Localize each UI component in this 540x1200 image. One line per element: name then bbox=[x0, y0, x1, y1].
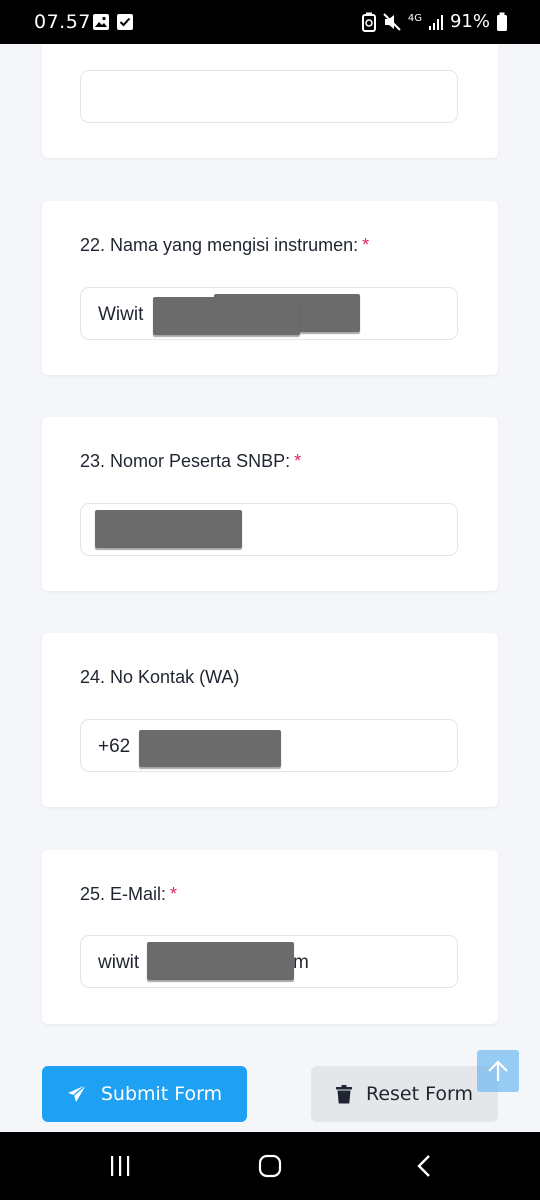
question-card-21 bbox=[42, 44, 498, 158]
question-card-24: 24. No Kontak (WA) +62 bbox=[42, 633, 498, 807]
home-icon bbox=[258, 1154, 282, 1178]
required-marker: * bbox=[170, 884, 178, 904]
network-type: 4G bbox=[407, 12, 422, 24]
question-label-24: 24. No Kontak (WA) bbox=[80, 667, 243, 688]
required-marker: * bbox=[294, 451, 302, 471]
question-label-23: 23. Nomor Peserta SNBP: * bbox=[80, 451, 301, 472]
signal-icon bbox=[428, 13, 444, 31]
redaction-block bbox=[147, 942, 294, 980]
text-input-21[interactable] bbox=[80, 70, 458, 123]
recent-apps-button[interactable] bbox=[108, 1154, 132, 1178]
battery-saver-icon bbox=[361, 12, 376, 32]
redaction-block bbox=[139, 730, 281, 767]
system-nav-bar bbox=[0, 1132, 540, 1200]
email-value-prefix: wiwit bbox=[98, 952, 140, 973]
check-icon bbox=[116, 13, 134, 31]
question-text: 23. Nomor Peserta SNBP: bbox=[80, 451, 291, 471]
name-input-value: Wiwit bbox=[98, 304, 144, 325]
submit-button[interactable]: Submit Form bbox=[42, 1066, 247, 1122]
recent-apps-icon bbox=[111, 1156, 130, 1176]
redaction-block bbox=[95, 510, 242, 548]
reset-button-label: Reset Form bbox=[366, 1083, 473, 1105]
scroll-to-top-button[interactable] bbox=[477, 1050, 519, 1092]
mute-icon bbox=[382, 12, 402, 32]
question-label-22: 22. Nama yang mengisi instrumen: * bbox=[80, 235, 369, 256]
question-card-22: 22. Nama yang mengisi instrumen: * Wiwit bbox=[42, 201, 498, 375]
home-button[interactable] bbox=[258, 1154, 282, 1178]
question-text: 24. No Kontak (WA) bbox=[80, 667, 240, 687]
contact-input-value: +62 bbox=[98, 736, 131, 757]
question-card-23: 23. Nomor Peserta SNBP: * bbox=[42, 417, 498, 591]
back-icon bbox=[417, 1155, 430, 1177]
question-card-25: 25. E-Mail: * wiwit m bbox=[42, 850, 498, 1024]
submit-button-label: Submit Form bbox=[100, 1083, 223, 1105]
status-time: 07.57 bbox=[34, 11, 91, 33]
reset-button[interactable]: Reset Form bbox=[311, 1066, 498, 1122]
gallery-icon bbox=[92, 13, 110, 31]
required-marker: * bbox=[362, 235, 370, 255]
status-bar: 07.57 4G 91% bbox=[0, 0, 540, 44]
question-text: 25. E-Mail: bbox=[80, 884, 167, 904]
send-icon bbox=[67, 1084, 87, 1104]
contact-input[interactable]: +62 bbox=[80, 719, 458, 772]
back-button[interactable] bbox=[412, 1154, 436, 1178]
name-input[interactable]: Wiwit bbox=[80, 287, 458, 340]
arrow-up-icon bbox=[487, 1059, 509, 1083]
battery-percent: 91% bbox=[449, 11, 490, 32]
participant-number-input[interactable] bbox=[80, 503, 458, 556]
email-field[interactable]: wiwit m bbox=[80, 935, 458, 988]
trash-icon bbox=[336, 1084, 352, 1104]
question-label-25: 25. E-Mail: * bbox=[80, 884, 177, 905]
battery-icon bbox=[496, 12, 508, 32]
redaction-block bbox=[153, 297, 300, 335]
question-text: 22. Nama yang mengisi instrumen: bbox=[80, 235, 359, 255]
email-value-suffix: m bbox=[293, 952, 309, 973]
